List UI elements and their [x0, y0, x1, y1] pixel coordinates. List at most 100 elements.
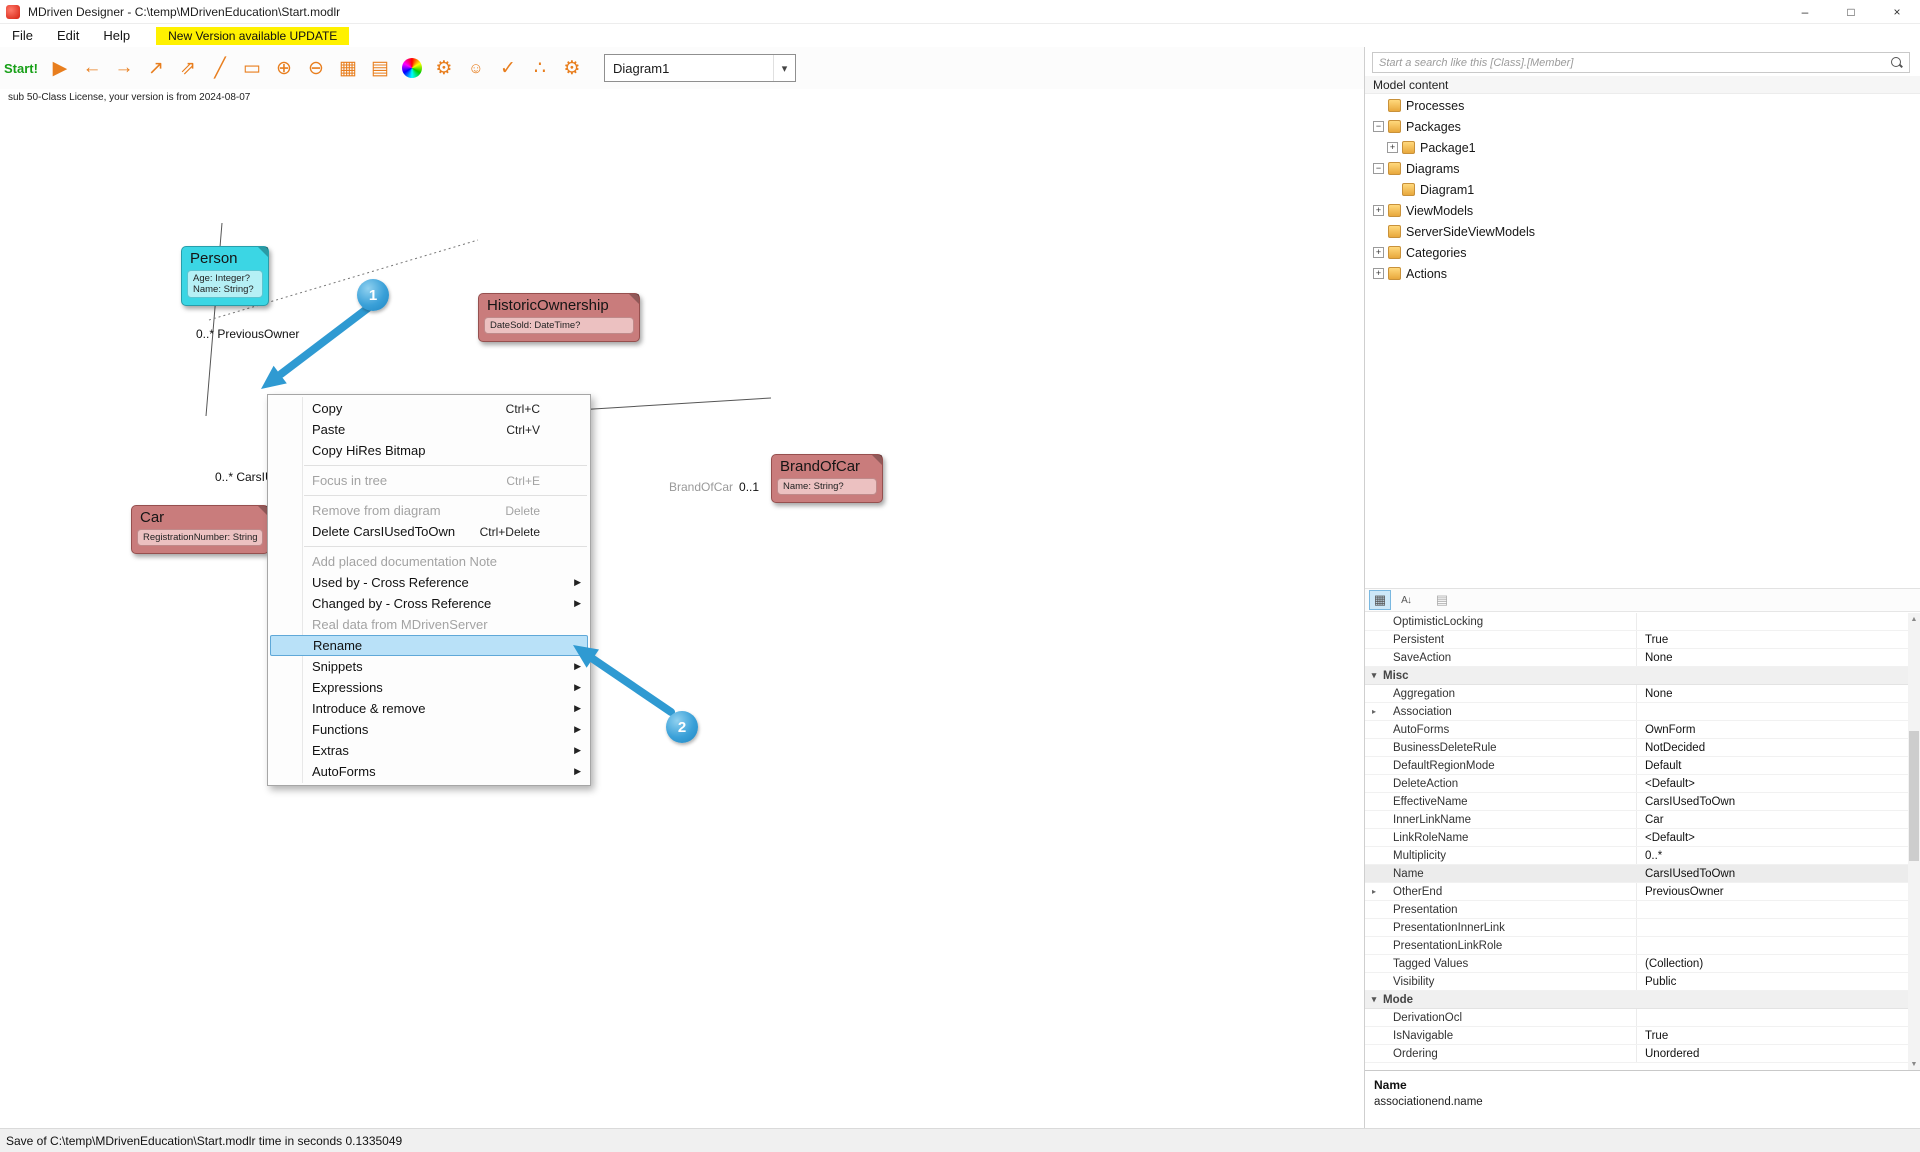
maximize-button[interactable]: □	[1828, 0, 1874, 23]
property-value[interactable]: None	[1637, 688, 1908, 700]
property-row-name[interactable]: NameCarsIUsedToOwn	[1365, 865, 1908, 883]
property-value[interactable]: (Collection)	[1637, 958, 1908, 970]
diagram-canvas[interactable]: Person Age: Integer? Name: String? Histo…	[0, 89, 1364, 1128]
inheritance-tool-icon[interactable]: ⇗	[172, 53, 204, 83]
property-row-effectivename[interactable]: EffectiveNameCarsIUsedToOwn	[1365, 793, 1908, 811]
model-search[interactable]: Start a search like this [Class].[Member…	[1372, 52, 1910, 73]
menu-item-paste[interactable]: PasteCtrl+V	[268, 419, 590, 440]
menu-item-used-by-cross-reference[interactable]: Used by - Cross Reference▶	[268, 572, 590, 593]
categorized-view-button[interactable]: ▦	[1369, 590, 1391, 610]
menu-item-introduce-remove[interactable]: Introduce & remove▶	[268, 698, 590, 719]
validate-icon[interactable]: ✓	[492, 53, 524, 83]
class-box-historicownership[interactable]: HistoricOwnership DateSold: DateTime?	[478, 293, 640, 342]
tree-item-serversideviewmodels[interactable]: ServerSideViewModels	[1365, 221, 1920, 242]
property-row-ordering[interactable]: OrderingUnordered	[1365, 1045, 1908, 1063]
property-row-deleteaction[interactable]: DeleteAction<Default>	[1365, 775, 1908, 793]
role-label-previousowner[interactable]: 0..* PreviousOwner	[196, 327, 299, 341]
property-value[interactable]: True	[1637, 1030, 1908, 1042]
property-value[interactable]: <Default>	[1637, 778, 1908, 790]
property-category-mode[interactable]: ▾Mode	[1365, 991, 1908, 1009]
property-value[interactable]: True	[1637, 634, 1908, 646]
tree-item-packages[interactable]: −Packages	[1365, 116, 1920, 137]
menu-item-rename[interactable]: Rename	[270, 635, 588, 656]
zoom-in-icon[interactable]: ⊕	[268, 53, 300, 83]
property-value[interactable]: Default	[1637, 760, 1908, 772]
menu-item-autoforms[interactable]: AutoForms▶	[268, 761, 590, 782]
property-row-linkrolename[interactable]: LinkRoleName<Default>	[1365, 829, 1908, 847]
property-row-autoforms[interactable]: AutoFormsOwnForm	[1365, 721, 1908, 739]
property-value[interactable]: Unordered	[1637, 1048, 1908, 1060]
diagram-dropdown[interactable]: Diagram1 ▾	[604, 54, 796, 82]
expand-icon[interactable]: +	[1373, 268, 1384, 279]
property-value[interactable]: Public	[1637, 976, 1908, 988]
menu-item-copy[interactable]: CopyCtrl+C	[268, 398, 590, 419]
menu-item-expressions[interactable]: Expressions▶	[268, 677, 590, 698]
class-box-person[interactable]: Person Age: Integer? Name: String?	[181, 246, 269, 306]
property-row-presentationinnerlink[interactable]: PresentationInnerLink	[1365, 919, 1908, 937]
property-value[interactable]: None	[1637, 652, 1908, 664]
association-tool-icon[interactable]: ↗	[140, 53, 172, 83]
table-view-icon[interactable]: ▦	[332, 53, 364, 83]
property-value[interactable]: CarsIUsedToOwn	[1637, 796, 1908, 808]
menu-file[interactable]: File	[0, 28, 45, 43]
property-row-tagged-values[interactable]: Tagged Values(Collection)	[1365, 955, 1908, 973]
property-value[interactable]: Car	[1637, 814, 1908, 826]
property-row-businessdeleterule[interactable]: BusinessDeleteRuleNotDecided	[1365, 739, 1908, 757]
class-tool-icon[interactable]: ▭	[236, 53, 268, 83]
property-value[interactable]: OwnForm	[1637, 724, 1908, 736]
property-category-misc[interactable]: ▾Misc	[1365, 667, 1908, 685]
close-button[interactable]: ×	[1874, 0, 1920, 23]
back-arrow-icon[interactable]: ←	[76, 53, 108, 83]
settings-gear-icon[interactable]: ⚙	[556, 53, 588, 83]
collapse-icon[interactable]: −	[1373, 121, 1384, 132]
menu-item-copy-hires-bitmap[interactable]: Copy HiRes Bitmap	[268, 440, 590, 461]
property-value[interactable]: <Default>	[1637, 832, 1908, 844]
tree-item-viewmodels[interactable]: +ViewModels	[1365, 200, 1920, 221]
property-row-saveaction[interactable]: SaveActionNone	[1365, 649, 1908, 667]
property-value[interactable]: NotDecided	[1637, 742, 1908, 754]
property-row-visibility[interactable]: VisibilityPublic	[1365, 973, 1908, 991]
property-value[interactable]: 0..*	[1637, 850, 1908, 862]
menu-item-functions[interactable]: Functions▶	[268, 719, 590, 740]
class-box-car[interactable]: Car RegistrationNumber: String	[131, 505, 269, 554]
forward-arrow-icon[interactable]: →	[108, 53, 140, 83]
chevron-down-icon[interactable]: ▾	[773, 55, 795, 81]
property-row-defaultregionmode[interactable]: DefaultRegionModeDefault	[1365, 757, 1908, 775]
menu-item-changed-by-cross-reference[interactable]: Changed by - Cross Reference▶	[268, 593, 590, 614]
viewmodel-icon[interactable]: ▤	[364, 53, 396, 83]
property-row-derivationocl[interactable]: DerivationOcl	[1365, 1009, 1908, 1027]
hierarchy-icon[interactable]: ∴	[524, 53, 556, 83]
expand-chevron-icon[interactable]: ▸	[1365, 707, 1383, 716]
scroll-down-icon[interactable]: ▼	[1908, 1058, 1920, 1070]
expand-icon[interactable]: +	[1373, 205, 1384, 216]
property-row-innerlinkname[interactable]: InnerLinkNameCar	[1365, 811, 1908, 829]
menu-edit[interactable]: Edit	[45, 28, 91, 43]
tree-item-package1[interactable]: +Package1	[1365, 137, 1920, 158]
tree-item-categories[interactable]: +Categories	[1365, 242, 1920, 263]
tree-item-diagram1[interactable]: Diagram1	[1365, 179, 1920, 200]
alphabetical-sort-button[interactable]: A↓	[1395, 590, 1417, 610]
expand-icon[interactable]: +	[1387, 142, 1398, 153]
tree-item-processes[interactable]: Processes	[1365, 95, 1920, 116]
property-row-presentation[interactable]: Presentation	[1365, 901, 1908, 919]
property-value[interactable]: PreviousOwner	[1637, 886, 1908, 898]
color-wheel-icon[interactable]	[396, 53, 428, 83]
property-row-aggregation[interactable]: AggregationNone	[1365, 685, 1908, 703]
run-icon[interactable]: ▶	[44, 53, 76, 83]
expand-icon[interactable]: +	[1373, 247, 1384, 258]
property-value[interactable]: CarsIUsedToOwn	[1637, 868, 1908, 880]
property-row-optimisticlocking[interactable]: OptimisticLocking	[1365, 613, 1908, 631]
collapse-icon[interactable]: −	[1373, 163, 1384, 174]
property-row-multiplicity[interactable]: Multiplicity0..*	[1365, 847, 1908, 865]
scroll-up-icon[interactable]: ▲	[1908, 613, 1920, 625]
property-grid-scrollbar[interactable]: ▲ ▼	[1908, 613, 1920, 1070]
property-row-otherend[interactable]: ▸OtherEndPreviousOwner	[1365, 883, 1908, 901]
expand-chevron-icon[interactable]: ▸	[1365, 887, 1383, 896]
class-box-brandofcar[interactable]: BrandOfCar Name: String?	[771, 454, 883, 503]
actors-icon[interactable]: ☺	[460, 53, 492, 83]
search-icon[interactable]	[1891, 57, 1903, 69]
role-label-brandofcar[interactable]: BrandOfCar0..1	[669, 480, 759, 494]
dashed-line-tool-icon[interactable]: ╱	[204, 53, 236, 83]
tree-item-diagrams[interactable]: −Diagrams	[1365, 158, 1920, 179]
update-notice[interactable]: New Version available UPDATE	[156, 27, 349, 45]
